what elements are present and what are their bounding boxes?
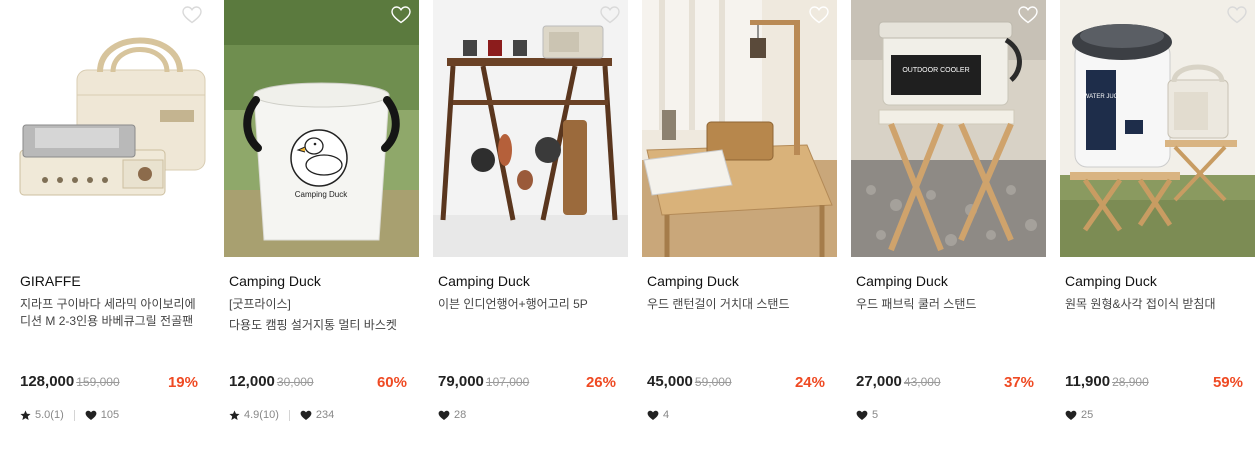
product-title[interactable]: 우드 패브릭 쿨러 스탠드 [856,296,1046,313]
product-meta: 28 [438,407,466,423]
product-brand[interactable]: Camping Duck [647,273,739,289]
product-card[interactable]: OUTDOOR COOLER Camping Duck 우드 패브릭 쿨러 스탠… [851,0,1046,458]
price-row: 45,000 59,000 24% [647,373,825,393]
original-price: 28,900 [1112,375,1149,389]
likes-count: 4 [663,409,670,421]
heart-outline-icon[interactable] [182,6,202,24]
heart-outline-icon[interactable] [1227,6,1247,24]
sale-price: 27,000 [856,373,902,390]
discount-rate: 60% [376,374,407,391]
image-print-text: Camping Duck [295,190,348,199]
product-brand[interactable]: Camping Duck [856,273,948,289]
product-image[interactable]: OUTDOOR COOLER [851,0,1046,257]
original-price: 159,000 [76,375,120,389]
price-row: 128,000 159,000 19% [20,373,198,393]
product-image[interactable] [15,0,210,257]
product-card[interactable]: WATER JUG Camping Duck 원목 원형&사각 접이식 받침대 … [1060,0,1255,458]
heart-filled-icon [1065,410,1077,420]
product-card[interactable]: Camping Duck 이븐 인디언행어+행어고리 5P 79,000 107,… [433,0,628,458]
heart-outline-icon[interactable] [600,6,620,24]
original-price: 59,000 [694,375,732,389]
likes-count: 5 [872,409,879,421]
product-title-line[interactable]: 이븐 인디언행어+행어고리 5P [438,296,628,313]
rating-text: 5.0(1) [35,409,64,421]
product-title[interactable]: 우드 랜턴걸이 거치대 스탠드 [647,296,837,313]
divider [73,409,75,421]
product-card[interactable]: Camping Duck Camping Duck [굿프라이스] 다용도 캠핑… [224,0,419,458]
likes-count: 234 [315,409,335,421]
heart-filled-icon [300,410,312,420]
product-title-line[interactable]: 다용도 캠핑 설거지통 멀티 바스켓 [229,317,419,334]
sale-price: 11,900 [1065,373,1111,390]
product-brand[interactable]: GIRAFFE [20,273,81,289]
discount-rate: 37% [1003,374,1034,391]
discount-rate: 26% [585,374,616,391]
product-meta: 4.9(10) 234 [229,407,334,423]
product-brand[interactable]: Camping Duck [1065,273,1157,289]
product-title-line[interactable]: 지라프 구이바다 세라믹 아이보리에 [20,296,210,313]
product-title[interactable]: 지라프 구이바다 세라믹 아이보리에 디션 M 2-3인용 바베큐그릴 전골팬 [20,296,210,330]
product-title[interactable]: 원목 원형&사각 접이식 받침대 [1065,296,1255,313]
heart-outline-icon[interactable] [809,6,829,24]
heart-outline-icon[interactable] [391,6,411,24]
product-image[interactable]: WATER JUG [1060,0,1255,257]
product-title-line[interactable]: [굿프라이스] [229,296,419,313]
heart-filled-icon [856,410,868,420]
heart-filled-icon [438,410,450,420]
product-image[interactable] [433,0,628,257]
original-price: 30,000 [276,375,314,389]
likes-count: 105 [100,409,120,421]
product-card[interactable]: GIRAFFE 지라프 구이바다 세라믹 아이보리에 디션 M 2-3인용 바베… [15,0,210,458]
product-meta: 4 [647,407,669,423]
discount-rate: 24% [794,374,825,391]
product-meta: 5.0(1) 105 [20,407,119,423]
product-title-line[interactable]: 원목 원형&사각 접이식 받침대 [1065,296,1255,313]
product-title-line[interactable]: 우드 패브릭 쿨러 스탠드 [856,296,1046,313]
product-image[interactable] [642,0,837,257]
product-title-line[interactable]: 우드 랜턴걸이 거치대 스탠드 [647,296,837,313]
star-icon [229,409,240,420]
product-brand[interactable]: Camping Duck [438,273,530,289]
divider [288,409,290,421]
product-grid: GIRAFFE 지라프 구이바다 세라믹 아이보리에 디션 M 2-3인용 바베… [0,0,1257,458]
product-meta: 5 [856,407,878,423]
likes-count: 28 [454,409,467,421]
sale-price: 128,000 [20,373,75,390]
product-card[interactable]: Camping Duck 우드 랜턴걸이 거치대 스탠드 45,000 59,00… [642,0,837,458]
heart-outline-icon[interactable] [1018,6,1038,24]
price-row: 11,900 28,900 59% [1065,373,1243,393]
sale-price: 79,000 [438,373,484,390]
price-row: 27,000 43,000 37% [856,373,1034,393]
original-price: 43,000 [903,375,941,389]
product-meta: 25 [1065,407,1093,423]
heart-filled-icon [647,410,659,420]
image-print-text: OUTDOOR COOLER [902,67,969,74]
rating-text: 4.9(10) [244,409,279,421]
product-title-line[interactable]: 디션 M 2-3인용 바베큐그릴 전골팬 [20,313,210,330]
product-title[interactable]: 이븐 인디언행어+행어고리 5P [438,296,628,313]
discount-rate: 19% [167,374,198,391]
star-icon [20,409,31,420]
product-title[interactable]: [굿프라이스] 다용도 캠핑 설거지통 멀티 바스켓 [229,296,419,334]
likes-count: 25 [1081,409,1094,421]
price-row: 79,000 107,000 26% [438,373,616,393]
original-price: 107,000 [485,375,530,389]
heart-filled-icon [85,410,97,420]
price-row: 12,000 30,000 60% [229,373,407,393]
product-brand[interactable]: Camping Duck [229,273,321,289]
sale-price: 12,000 [229,373,275,390]
product-image[interactable]: Camping Duck [224,0,419,257]
discount-rate: 59% [1212,374,1243,391]
sale-price: 45,000 [647,373,693,390]
image-print-text: WATER JUG [1084,94,1119,100]
